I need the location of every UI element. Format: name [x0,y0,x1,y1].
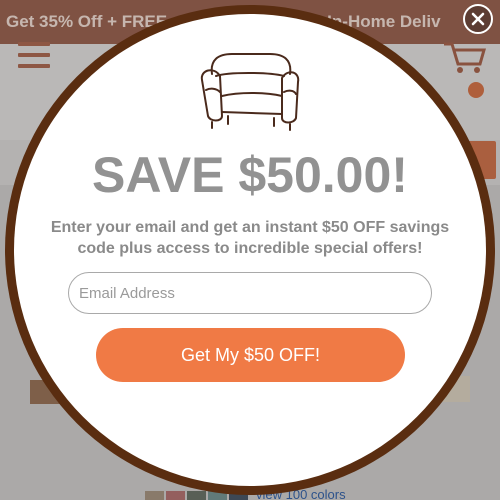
close-icon [471,12,485,26]
email-field[interactable] [68,272,432,314]
offer-headline: SAVE $50.00! [92,147,408,203]
offer-description: Enter your email and get an instant $50 … [50,219,450,257]
get-offer-button[interactable]: Get My $50 OFF! [96,328,405,382]
armchair-icon [198,50,302,132]
close-button[interactable] [463,4,493,34]
